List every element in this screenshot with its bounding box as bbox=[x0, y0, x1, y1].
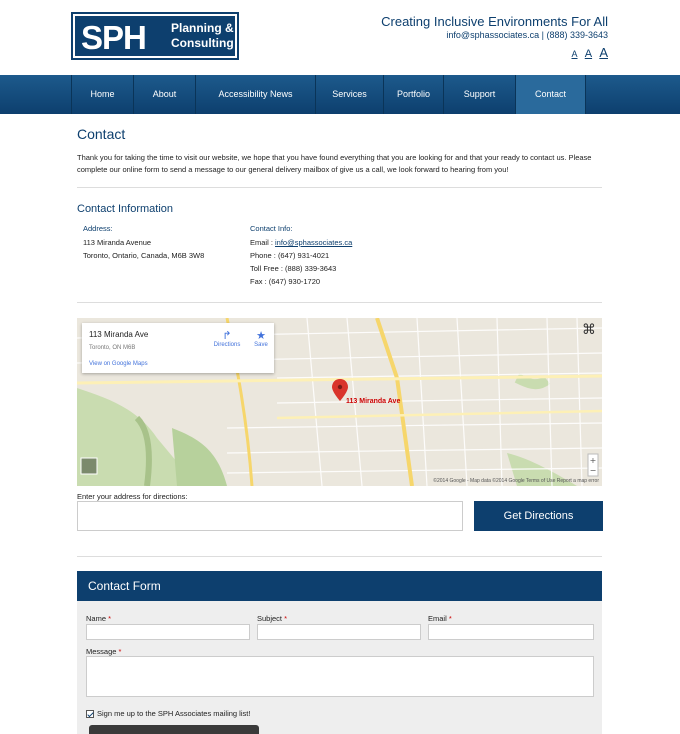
map-directions-button[interactable]: ↱ Directions bbox=[207, 329, 247, 348]
font-size-large[interactable]: A bbox=[599, 45, 608, 60]
nav-accessibility-news[interactable]: Accessibility News bbox=[196, 75, 316, 114]
captcha-box[interactable] bbox=[89, 725, 259, 734]
contact-info-label: Contact Info: bbox=[250, 224, 293, 233]
address-block: 113 Miranda Avenue Toronto, Ontario, Can… bbox=[83, 236, 204, 262]
map-info-card: 113 Miranda Ave Toronto, ON M6B View on … bbox=[82, 323, 274, 373]
mailing-list-checkbox[interactable] bbox=[86, 709, 94, 718]
subject-field[interactable] bbox=[257, 624, 421, 640]
tollfree-text: Toll Free : (888) 339-3643 bbox=[250, 264, 337, 273]
font-size-medium[interactable]: A bbox=[585, 48, 592, 60]
directions-label: Enter your address for directions: bbox=[77, 492, 188, 501]
nav-portfolio[interactable]: Portfolio bbox=[384, 75, 444, 114]
contact-form-heading: Contact Form bbox=[77, 571, 602, 601]
get-directions-button[interactable]: Get Directions bbox=[474, 501, 603, 531]
email-label: Email * bbox=[428, 614, 452, 623]
view-on-google-maps-link[interactable]: View on Google Maps bbox=[89, 361, 148, 367]
directions-icon: ↱ bbox=[222, 330, 232, 342]
divider bbox=[77, 302, 602, 303]
map-save-button[interactable]: ★ Save bbox=[249, 329, 273, 348]
logo-line2: Consulting bbox=[171, 36, 234, 50]
mailing-list-option[interactable]: Sign me up to the SPH Associates mailing… bbox=[86, 709, 250, 718]
header-contact[interactable]: info@sphassociates.ca | (888) 339-3643 bbox=[446, 30, 608, 40]
map-card-address: Toronto, ON M6B bbox=[89, 345, 136, 351]
nav-home[interactable]: Home bbox=[72, 75, 134, 114]
fax-text: Fax : (647) 930-1720 bbox=[250, 277, 321, 286]
contact-info-heading: Contact Information bbox=[77, 203, 173, 215]
map-card-title: 113 Miranda Ave bbox=[89, 330, 149, 339]
name-label: Name * bbox=[86, 614, 112, 623]
address-line1: 113 Miranda Avenue bbox=[83, 238, 152, 247]
font-size-small[interactable]: A bbox=[572, 49, 578, 59]
message-label: Message * bbox=[86, 647, 122, 656]
map-pin-label: 113 Miranda Ave bbox=[346, 398, 401, 405]
email-link[interactable]: info@sphassociates.ca bbox=[275, 238, 352, 247]
main-nav: Home About Accessibility News Services P… bbox=[0, 75, 680, 114]
phone-text: Phone : (647) 931-4021 bbox=[250, 251, 330, 260]
name-field[interactable] bbox=[86, 624, 250, 640]
directions-address-input[interactable] bbox=[77, 501, 463, 531]
svg-text:+: + bbox=[590, 456, 597, 465]
logo-line1: Planning & bbox=[171, 21, 234, 35]
map-directions-label: Directions bbox=[213, 342, 241, 348]
nav-services[interactable]: Services bbox=[316, 75, 384, 114]
address-line2: Toronto, Ontario, Canada, M6B 3W8 bbox=[83, 251, 205, 260]
divider bbox=[77, 187, 602, 188]
page-title: Contact bbox=[77, 126, 126, 142]
nav-contact[interactable]: Contact bbox=[516, 75, 586, 114]
map-footer: ©2014 Google - Map data ©2014 Google Ter… bbox=[433, 478, 599, 484]
divider bbox=[77, 556, 602, 557]
google-map[interactable]: + − ⌘ 113 Miranda Ave 113 Miranda Ave To… bbox=[77, 318, 602, 486]
site-logo[interactable]: SPH Planning & Consulting bbox=[71, 12, 239, 60]
contact-info-block: Email : info@sphassociates.ca Phone : (6… bbox=[250, 236, 352, 288]
svg-text:⌘: ⌘ bbox=[582, 322, 596, 338]
font-size-controls: A A A bbox=[567, 45, 609, 60]
site-tagline: Creating Inclusive Environments For All bbox=[381, 14, 608, 29]
nav-support[interactable]: Support bbox=[444, 75, 516, 114]
subject-label: Subject * bbox=[257, 614, 288, 623]
address-label: Address: bbox=[83, 224, 113, 233]
intro-text: Thank you for taking the time to visit o… bbox=[77, 153, 592, 174]
star-icon: ★ bbox=[256, 330, 266, 342]
email-prefix: Email : bbox=[250, 238, 276, 247]
nav-about[interactable]: About bbox=[134, 75, 196, 114]
logo-main: SPH bbox=[81, 19, 147, 56]
svg-text:−: − bbox=[590, 466, 597, 475]
message-textarea[interactable] bbox=[86, 656, 594, 697]
contact-form: Contact Form Name * Subject * Email * Me… bbox=[77, 571, 602, 734]
mailing-list-label: Sign me up to the SPH Associates mailing… bbox=[97, 709, 251, 718]
email-field[interactable] bbox=[428, 624, 594, 640]
map-save-label: Save bbox=[254, 342, 268, 348]
site-header: SPH Planning & Consulting Creating Inclu… bbox=[0, 0, 680, 74]
